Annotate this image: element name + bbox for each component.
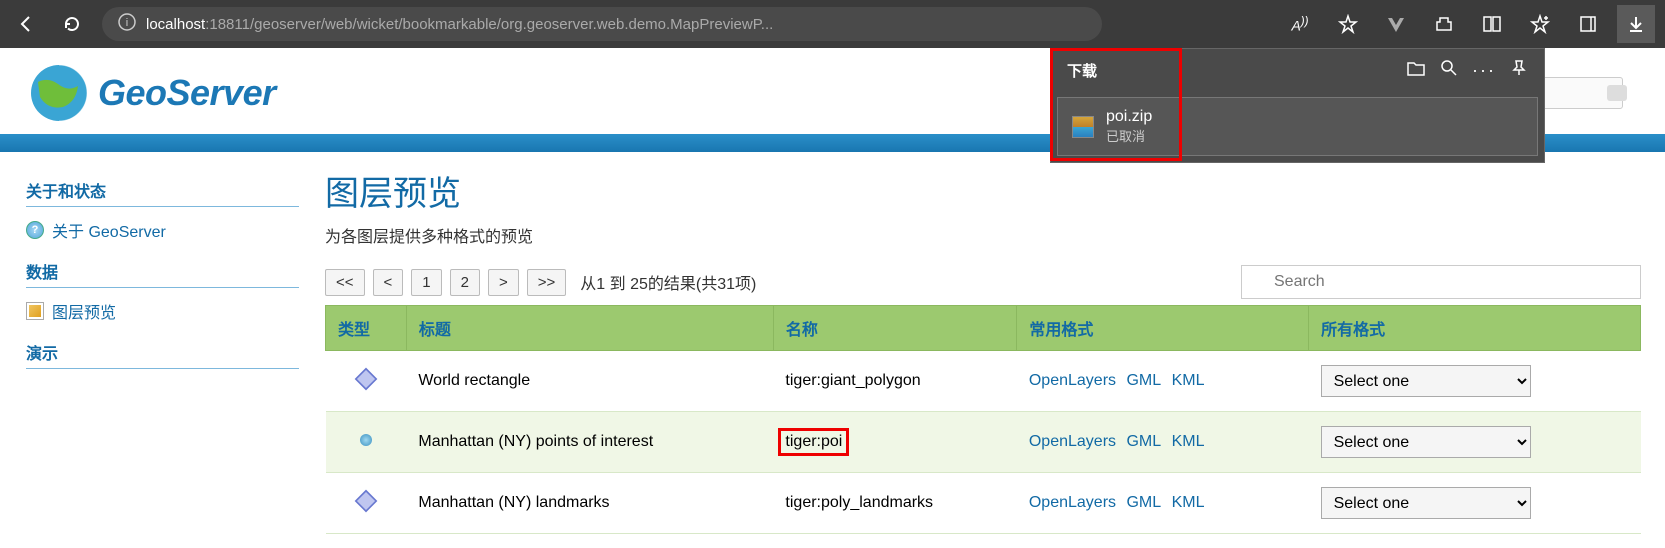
format-ol-link[interactable]: OpenLayers (1029, 494, 1116, 511)
downloads-panel: 下载 ··· poi.zip 已取消 (1050, 48, 1545, 163)
page-title: 图层预览 (325, 166, 1641, 215)
format-ol-link[interactable]: OpenLayers (1029, 433, 1116, 450)
table-row: Manhattan (NY) landmarkstiger:poly_landm… (326, 473, 1641, 534)
sidebar-data-heading: 数据 (26, 259, 299, 288)
col-common[interactable]: 常用格式 (1017, 306, 1309, 351)
downloads-button[interactable] (1617, 5, 1655, 43)
download-item[interactable]: poi.zip 已取消 (1057, 97, 1538, 156)
format-gml-link[interactable]: GML (1126, 433, 1161, 450)
col-title[interactable]: 标题 (406, 306, 773, 351)
pager-row: << < 1 2 > >> 从1 到 25的结果(共31项) (325, 265, 1641, 299)
favorite-icon[interactable] (1329, 5, 1367, 43)
info-icon: i (118, 13, 136, 35)
downloads-title: 下载 (1067, 60, 1097, 81)
search-wrap (1241, 265, 1641, 299)
col-all[interactable]: 所有格式 (1309, 306, 1641, 351)
layer-title: Manhattan (NY) landmarks (406, 473, 773, 534)
page-last-button[interactable]: >> (527, 269, 567, 296)
collections-icon[interactable] (1569, 5, 1607, 43)
extensions-icon[interactable] (1425, 5, 1463, 43)
format-gml-link[interactable]: GML (1126, 494, 1161, 511)
toolbar-icons: A)) (1281, 5, 1655, 43)
layer-table: 类型 标题 名称 常用格式 所有格式 World rectangletiger:… (325, 305, 1641, 534)
downloads-header: 下载 ··· (1051, 49, 1544, 91)
sidebar-item-label: 关于 GeoServer (52, 218, 166, 242)
folder-icon[interactable] (1406, 59, 1426, 81)
url-path: :18811/geoserver/web/wicket/bookmarkable… (205, 16, 773, 33)
sidebar-item-label: 图层预览 (52, 299, 116, 323)
read-aloud-icon[interactable]: A)) (1281, 5, 1319, 43)
format-kml-link[interactable]: KML (1172, 494, 1205, 511)
polygon-icon (355, 367, 378, 390)
url-host: localhost (146, 16, 205, 33)
col-name[interactable]: 名称 (773, 306, 1016, 351)
split-icon[interactable] (1473, 5, 1511, 43)
sidebar-layer-preview-link[interactable]: 图层预览 (26, 294, 299, 328)
common-formats: OpenLayers GML KML (1017, 351, 1309, 412)
geoserver-logo-icon (28, 62, 90, 124)
vue-icon[interactable] (1377, 5, 1415, 43)
all-formats-select[interactable]: Select one (1321, 365, 1531, 397)
layer-name: tiger:poly_landmarks (773, 473, 1016, 534)
page-prev-button[interactable]: < (373, 269, 404, 296)
format-ol-link[interactable]: OpenLayers (1029, 372, 1116, 389)
layer-title: World rectangle (406, 351, 773, 412)
archive-icon (1072, 116, 1094, 138)
layer-title: Manhattan (NY) points of interest (406, 412, 773, 473)
search-input[interactable] (1241, 265, 1641, 299)
pager-summary: 从1 到 25的结果(共31项) (580, 270, 756, 294)
refresh-button[interactable] (56, 8, 88, 40)
common-formats: OpenLayers GML KML (1017, 473, 1309, 534)
search-icon[interactable] (1440, 59, 1458, 81)
page-2-button[interactable]: 2 (450, 269, 480, 296)
layer-name: tiger:poi (773, 412, 1016, 473)
pin-icon[interactable] (1510, 59, 1528, 81)
geoserver-logo-text: GeoServer (98, 72, 276, 114)
download-filename: poi.zip (1106, 108, 1152, 126)
polygon-icon (355, 489, 378, 512)
all-formats-select[interactable]: Select one (1321, 487, 1531, 519)
point-icon (360, 434, 372, 446)
page-next-button[interactable]: > (488, 269, 519, 296)
page-first-button[interactable]: << (325, 269, 365, 296)
all-formats-select[interactable]: Select one (1321, 426, 1531, 458)
address-bar[interactable]: i localhost:18811/geoserver/web/wicket/b… (102, 7, 1102, 41)
back-button[interactable] (10, 8, 42, 40)
about-icon: ? (26, 221, 44, 239)
sidebar: 关于和状态 ? 关于 GeoServer 数据 图层预览 演示 (0, 152, 325, 548)
svg-text:i: i (126, 17, 128, 29)
sidebar-demo-heading: 演示 (26, 340, 299, 369)
format-kml-link[interactable]: KML (1172, 372, 1205, 389)
more-icon[interactable]: ··· (1472, 60, 1496, 81)
page-1-button[interactable]: 1 (411, 269, 441, 296)
layer-name: tiger:giant_polygon (773, 351, 1016, 412)
table-row: World rectangletiger:giant_polygonOpenLa… (326, 351, 1641, 412)
table-row: Manhattan (NY) points of interesttiger:p… (326, 412, 1641, 473)
layer-icon (26, 302, 44, 320)
download-status: 已取消 (1106, 126, 1152, 145)
format-kml-link[interactable]: KML (1172, 433, 1205, 450)
sidebar-about-heading: 关于和状态 (26, 178, 299, 207)
page-subtitle: 为各图层提供多种格式的预览 (325, 223, 1641, 247)
browser-toolbar: i localhost:18811/geoserver/web/wicket/b… (0, 0, 1665, 48)
col-type[interactable]: 类型 (326, 306, 407, 351)
sidebar-about-link[interactable]: ? 关于 GeoServer (26, 213, 299, 247)
format-gml-link[interactable]: GML (1126, 372, 1161, 389)
main-content: 图层预览 为各图层提供多种格式的预览 << < 1 2 > >> 从1 到 25… (325, 152, 1665, 548)
favorites-icon[interactable] (1521, 5, 1559, 43)
common-formats: OpenLayers GML KML (1017, 412, 1309, 473)
content-area: 关于和状态 ? 关于 GeoServer 数据 图层预览 演示 图层预览 为各图… (0, 152, 1665, 548)
